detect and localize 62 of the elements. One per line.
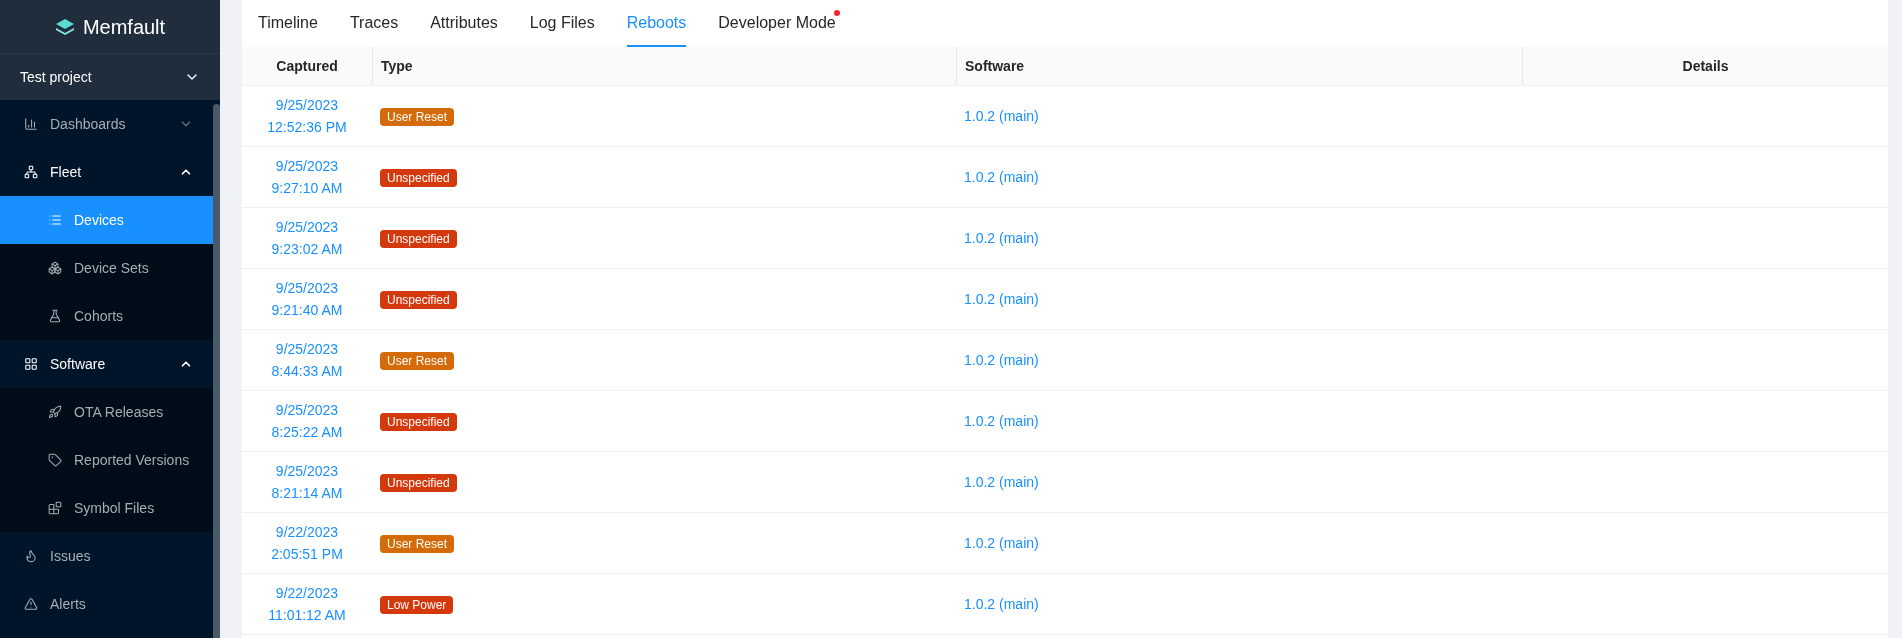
blocks-icon (48, 501, 62, 515)
sidebar-subitem[interactable]: Cohorts (0, 292, 213, 340)
layers-logo-icon (54, 17, 75, 36)
software-link[interactable]: 1.0.2 (main) (964, 595, 1039, 612)
sidebar-item[interactable]: Software (0, 340, 213, 388)
software-link[interactable]: 1.0.2 (main) (964, 412, 1039, 429)
sidebar-item[interactable]: Alerts (0, 580, 213, 628)
software-link[interactable]: 1.0.2 (main) (964, 168, 1039, 185)
captured-link[interactable]: 9/22/2023 11:01:12 AM (242, 582, 372, 626)
bar-chart-icon (24, 117, 38, 131)
captured-link[interactable]: 9/25/2023 9:21:40 AM (242, 277, 372, 321)
tab[interactable]: Attributes (430, 0, 498, 47)
reboot-type-tag: Unspecified (380, 229, 457, 248)
list-icon (48, 213, 62, 227)
column-header: Details (1522, 47, 1888, 85)
software-link[interactable]: 1.0.2 (main) (964, 229, 1039, 246)
sidebar-subitem[interactable]: Reported Versions (0, 436, 213, 484)
flame-icon (24, 549, 38, 563)
triangle-icon (24, 597, 38, 611)
captured-link[interactable]: 9/22/2023 2:05:51 PM (242, 521, 372, 565)
reboot-type-tag: User Reset (380, 351, 455, 370)
tab[interactable]: Log Files (529, 0, 595, 47)
reboot-type-tag: Low Power (380, 595, 454, 614)
reboot-type-tag: User Reset (380, 107, 455, 126)
software-link[interactable]: 1.0.2 (main) (964, 107, 1039, 124)
squares-icon (48, 261, 62, 275)
captured-link[interactable]: 9/25/2023 8:44:33 AM (242, 338, 372, 382)
captured-link[interactable]: 9/25/2023 8:25:22 AM (242, 399, 372, 443)
tab[interactable]: Traces (349, 0, 399, 47)
network-icon (24, 165, 38, 179)
column-header: Type (372, 47, 956, 85)
grid-icon (24, 357, 38, 371)
sidebar-subitem[interactable]: Device Sets (0, 244, 213, 292)
sidebar-subitem[interactable]: Devices (0, 196, 213, 244)
column-header: Software (956, 47, 1522, 85)
reboot-type-tag: Unspecified (380, 168, 457, 187)
project-selector[interactable]: Test project (0, 53, 220, 100)
rocket-icon (48, 405, 62, 419)
tag-icon (48, 453, 62, 467)
captured-link[interactable]: 9/25/2023 9:23:02 AM (242, 216, 372, 260)
captured-link[interactable]: 9/25/2023 8:21:14 AM (242, 460, 372, 504)
sidebar-subitem[interactable]: OTA Releases (0, 388, 213, 436)
reboot-type-tag: User Reset (380, 534, 455, 553)
captured-link[interactable]: 9/25/2023 9:27:10 AM (242, 155, 372, 199)
reboot-type-tag: Unspecified (380, 473, 457, 492)
sidebar-subitem[interactable]: Symbol Files (0, 484, 213, 532)
reboot-type-tag: Unspecified (380, 412, 457, 431)
tab[interactable]: Developer Mode (718, 0, 836, 47)
app-logo: Memfault (82, 14, 166, 40)
column-header: Captured (275, 56, 339, 76)
flask-icon (48, 309, 62, 323)
sidebar-item[interactable]: Fleet (0, 148, 213, 196)
software-link[interactable]: 1.0.2 (main) (964, 351, 1039, 368)
software-link[interactable]: 1.0.2 (main) (964, 534, 1039, 551)
scrollbar[interactable] (213, 104, 220, 638)
tab[interactable]: Timeline (258, 0, 318, 47)
sidebar-item[interactable]: Dashboards (0, 100, 213, 148)
software-link[interactable]: 1.0.2 (main) (964, 290, 1039, 307)
sidebar-item[interactable]: Issues (0, 532, 213, 580)
reboot-type-tag: Unspecified (380, 290, 457, 309)
captured-link[interactable]: 9/25/2023 12:52:36 PM (242, 94, 372, 138)
software-link[interactable]: 1.0.2 (main) (964, 473, 1039, 490)
